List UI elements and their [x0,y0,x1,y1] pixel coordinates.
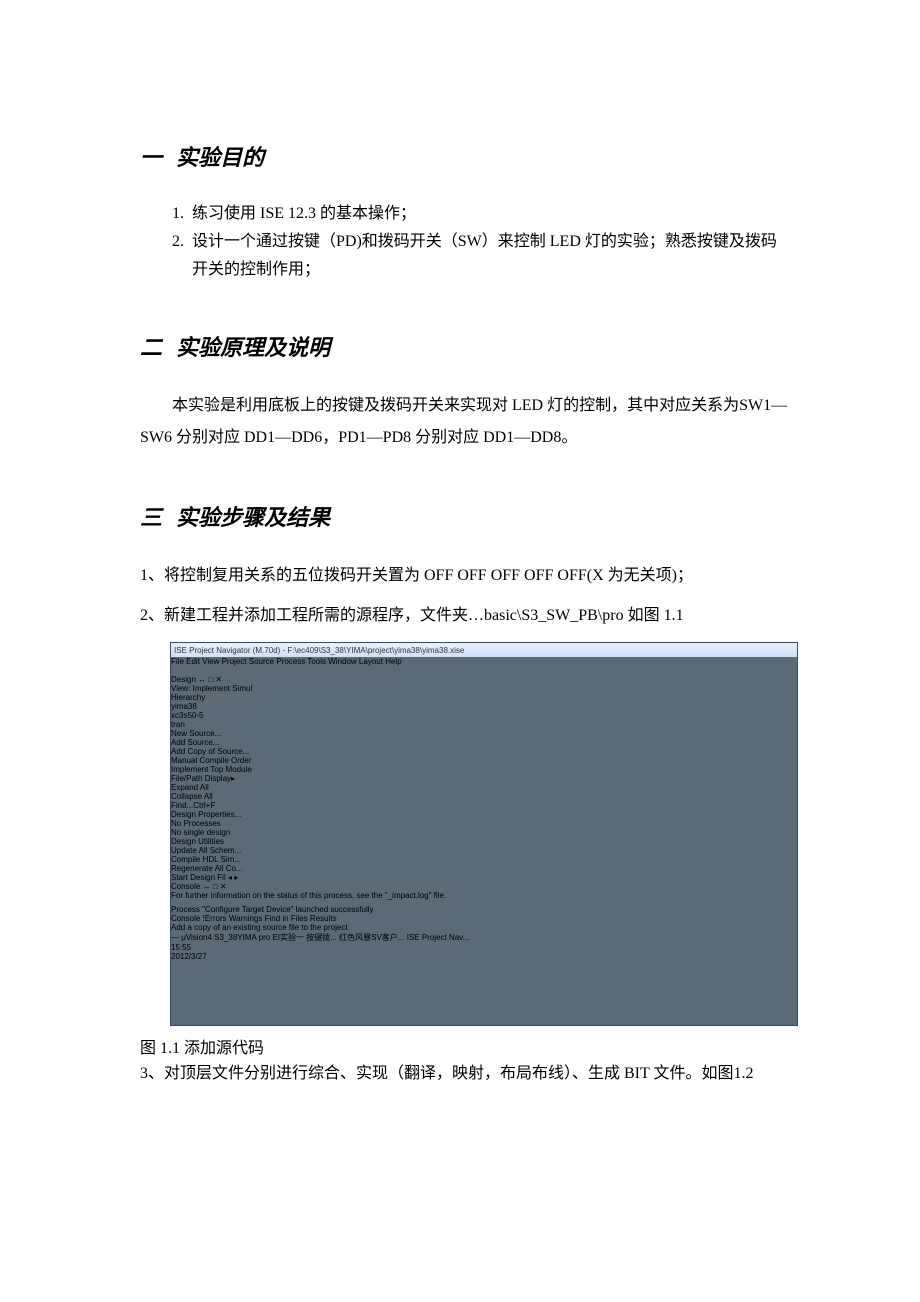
tree-device[interactable]: xc3s50-5 [171,711,797,720]
section2-heading: 二 实验原理及说明 [140,330,790,362]
close-button[interactable] [772,645,794,655]
menu-process[interactable]: Process [276,657,305,666]
tool-bar: NO CH [171,666,797,675]
sim-radio-label: Simul [232,684,252,693]
console-line: For further information on the status of… [171,891,797,900]
console-body: For further information on the status of… [171,891,797,914]
menu-layout[interactable]: Layout [359,657,383,666]
status-bar: Add a copy of an existing source file to… [171,923,797,932]
view-row: View: Implement Simul [171,684,797,693]
no-proc-row: No Processes [171,819,797,828]
hierarchy-label: Hierarchy [171,693,205,702]
section1-title: 实验目的 [176,145,264,170]
menu-help[interactable]: Help [385,657,401,666]
taskbar-item[interactable]: pro [259,933,271,942]
menu-project[interactable]: Project [222,657,247,666]
step-3: 3、对顶层文件分别进行综合、实现（翻译，映射，布局布线）、生成 BIT 文件。如… [140,1058,790,1090]
section1-item-2: 设计一个通过按键（PD)和拨码开关（SW）来控制 LED 灯的实验；熟悉按键及拨… [188,228,790,284]
menu-new-source[interactable]: New Source... [171,729,797,738]
section1-list: 练习使用 ISE 12.3 的基本操作； 设计一个通过按键（PD)和拨码开关（S… [140,200,790,284]
tab-start[interactable]: Start [171,873,188,882]
menu-tools[interactable]: Tools [307,657,326,666]
menu-file-path[interactable]: File/Path Display▸ [171,774,797,783]
no-single-row: No single design [171,828,797,837]
menu-window[interactable]: Window [328,657,356,666]
section2-title: 实验原理及说明 [176,335,330,360]
design-utils-row[interactable]: Design Utilities [171,837,797,846]
section3-title: 实验步骤及结果 [176,505,330,530]
menu-file[interactable]: File [171,657,184,666]
windows-taskbar: — μVision4 S3_38YIMA pro EI实验一 按键拨... 红色… [171,932,797,961]
section1-heading: 一 实验目的 [140,140,790,172]
tab-warnings[interactable]: Warnings [229,914,263,923]
screenshot-figure-1-1: ISE Project Navigator (M.70d) - F:\ec409… [170,642,790,1026]
step-2: 2、新建工程并添加工程所需的源程序，文件夹…basic\S3_SW_PB\pro… [140,600,790,632]
menu-find[interactable]: Find...Ctrl+F [171,801,797,810]
console-pin-buttons[interactable]: ↔ □ ✕ [203,882,227,891]
figure-caption-1-1: 图 1.1 添加源代码 [140,1034,790,1058]
tab-design[interactable]: Design [190,873,215,882]
menu-edit[interactable]: Edit [186,657,200,666]
clock-time: 15:55 [171,943,797,952]
console-header: Console ↔ □ ✕ [171,882,797,891]
section2-counter: 二 [140,330,170,362]
system-tray: 15:55 2012/3/27 [171,943,797,961]
console-tabs: Console !Errors Warnings Find in Files R… [171,914,797,923]
design-panel: Design ↔ □ ✕ View: Implement Simul Hiera… [171,675,797,882]
menu-add-source[interactable]: Add Source... [171,738,797,747]
menu-collapse-all[interactable]: Collapse All [171,792,797,801]
tree-module[interactable]: tran [171,720,797,729]
menu-design-properties[interactable]: Design Properties... [171,810,797,819]
tab-files[interactable]: Fil [217,873,225,882]
tab-errors[interactable]: !Errors [203,914,227,923]
ise-window: ISE Project Navigator (M.70d) - F:\ec409… [170,642,798,1026]
console-line: Process "Configure Target Device" launch… [171,905,797,914]
section3-heading: 三 实验步骤及结果 [140,500,790,532]
menu-manual-compile[interactable]: Manual Compile Order [171,756,797,765]
taskbar-item[interactable]: S3_38YIMA [214,933,256,942]
context-menu: New Source... Add Source... Add Copy of … [171,729,797,819]
taskbar-item[interactable]: 红色风暴SV客户... [339,933,404,942]
menu-bar: File Edit View Project Source Process To… [171,657,797,666]
util-row[interactable]: Regenerate All Co... [171,864,797,873]
step-1: 1、将控制复用关系的五位拨码开关置为 OFF OFF OFF OFF OFF(X… [140,560,790,592]
impl-radio-label: Implement [193,684,230,693]
taskbar-clock[interactable]: 15:55 2012/3/27 [171,943,797,961]
taskbar-item[interactable]: EI实验一 按键拨... [272,933,336,942]
view-label: View: [171,684,190,693]
section2-body: 本实验是利用底板上的按键及拨码开关来实现对 LED 灯的控制，其中对应关系为SW… [140,390,790,454]
taskbar-item[interactable]: ISE Project Nav... [407,933,470,942]
clock-date: 2012/3/27 [171,952,797,961]
menu-view[interactable]: View [202,657,219,666]
design-panel-header: Design ↔ □ ✕ [171,675,797,684]
menu-expand-all[interactable]: Expand All [171,783,797,792]
section1-item-1: 练习使用 ISE 12.3 的基本操作； [188,200,790,228]
tab-overflow[interactable]: ◂ ▸ [228,873,238,882]
section1-counter: 一 [140,140,170,172]
menu-source[interactable]: Source [249,657,274,666]
menu-add-copy-source[interactable]: Add Copy of Source... [171,747,797,756]
minimize-button[interactable] [724,645,746,655]
console-title: Console [171,882,200,891]
maximize-button[interactable] [748,645,770,655]
tab-console[interactable]: Console [171,914,200,923]
hierarchy-row: Hierarchy [171,693,797,702]
design-panel-title: Design [171,675,196,684]
submenu-arrow-icon: ▸ [231,774,235,783]
hierarchy-tree: yima38 xc3s50-5 tran New Source... Add S… [171,702,797,819]
title-text: ISE Project Navigator (M.70d) - F:\ec409… [174,646,464,655]
taskbar-item[interactable]: — μVision4 [171,933,212,942]
util-row[interactable]: Update All Schem... [171,846,797,855]
tab-find-results[interactable]: Find in Files Results [265,914,337,923]
menu-implement-top[interactable]: Implement Top Module [171,765,797,774]
tree-project[interactable]: yima38 [171,702,797,711]
processes-panel: No Processes No single design Design Uti… [171,819,797,873]
section3-counter: 三 [140,500,170,532]
panel-pin-buttons[interactable]: ↔ □ ✕ [198,675,222,684]
console-panel: Console ↔ □ ✕ For further information on… [171,882,797,923]
title-bar: ISE Project Navigator (M.70d) - F:\ec409… [171,643,797,657]
toolbar-text: NO CH [171,668,194,675]
panel-bottom-tabs: Start Design Fil ◂ ▸ [171,873,797,882]
util-row[interactable]: Compile HDL Sim... [171,855,797,864]
